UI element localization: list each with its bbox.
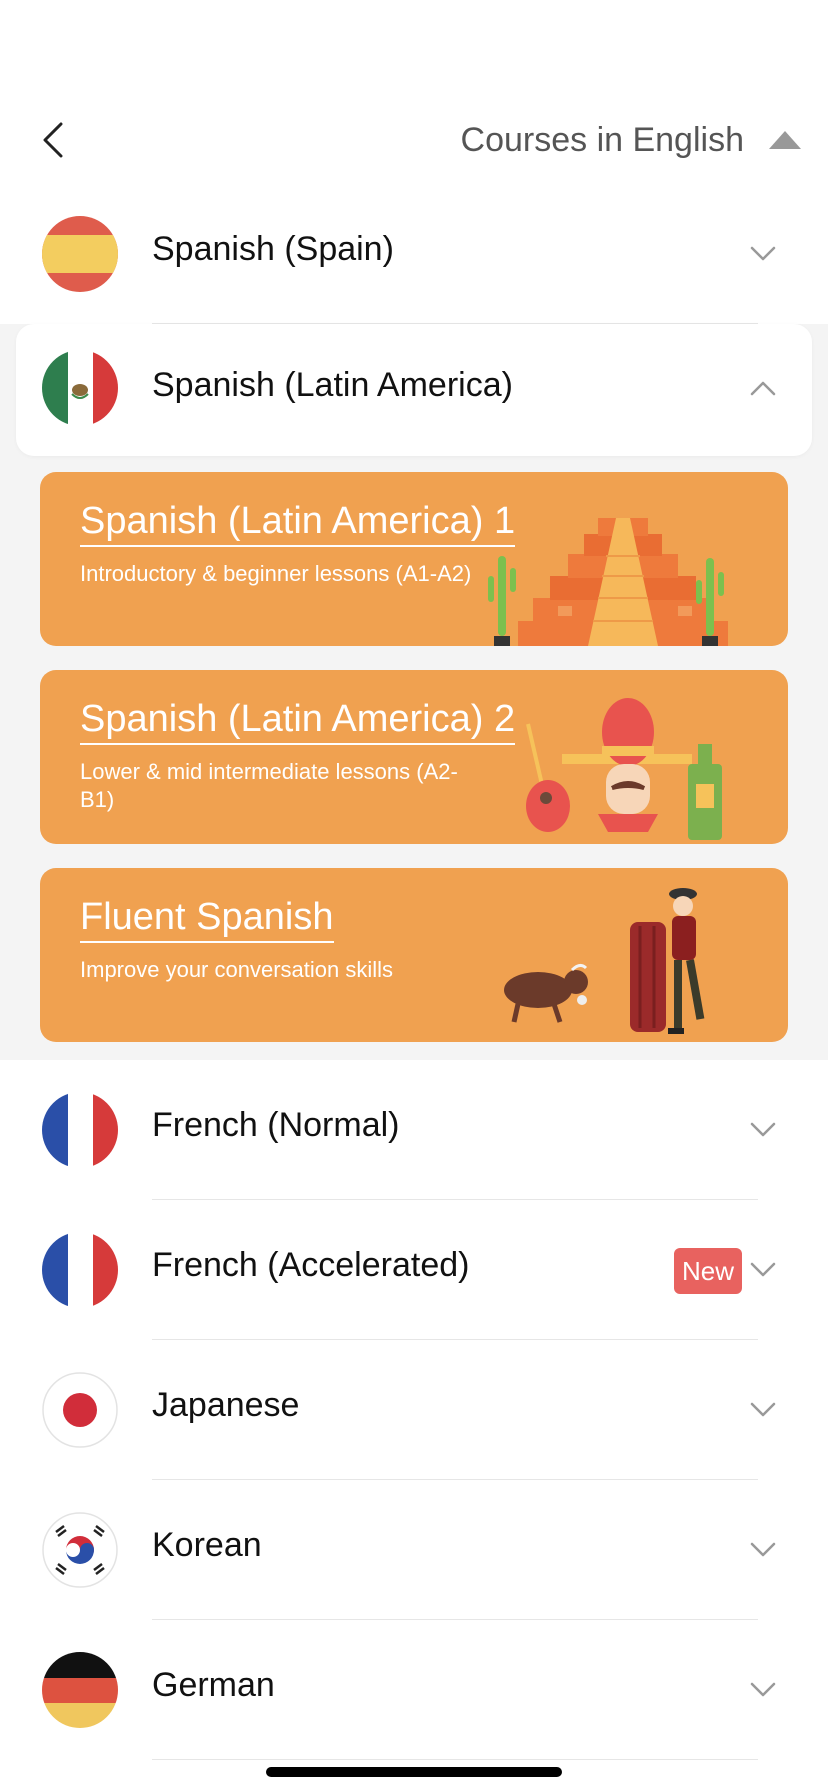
language-name: Spanish (Latin America) [152,366,513,404]
language-row-japanese[interactable]: Japanese [0,1340,828,1480]
course-card-spanish-latam-1[interactable]: Spanish (Latin America) 1 Introductory &… [40,472,788,646]
header-title: Courses in English [460,120,744,159]
language-row-french-accelerated[interactable]: French (Accelerated) New [0,1200,828,1340]
language-row-german[interactable]: German [0,1620,828,1760]
language-row-french-normal[interactable]: French (Normal) [0,1060,828,1200]
caret-up-icon [769,131,801,149]
language-row-korean[interactable]: Korean [0,1480,828,1620]
language-name: French (Accelerated) [152,1246,470,1284]
spain-flag-icon [42,216,118,292]
language-name: Korean [152,1526,262,1564]
france-flag-icon [42,1092,118,1168]
language-name: German [152,1666,275,1704]
new-badge: New [673,1248,742,1294]
language-name: Spanish (Spain) [152,230,394,268]
language-row-spanish-latin-america[interactable]: Spanish (Latin America) [16,324,812,456]
course-title: Fluent Spanish [80,896,334,943]
chevron-up-icon [750,381,776,396]
course-card-spanish-latam-2[interactable]: Spanish (Latin America) 2 Lower & mid in… [40,670,788,844]
course-card-fluent-spanish[interactable]: Fluent Spanish Improve your conversation… [40,868,788,1042]
language-row-spanish-spain[interactable]: Spanish (Spain) [0,184,828,324]
sombrero-guitar-illustration [526,698,722,840]
japan-flag-icon [42,1372,118,1448]
back-button[interactable] [30,110,78,170]
chevron-down-icon [750,1122,776,1137]
korea-flag-icon [42,1512,118,1588]
chevron-down-icon [750,1402,776,1417]
language-name: Japanese [152,1386,300,1424]
course-title: Spanish (Latin America) 1 [80,500,516,547]
course-language-selector[interactable]: Courses in English [461,112,802,168]
chevron-down-icon [750,1542,776,1557]
chevron-down-icon [750,1682,776,1697]
course-subtitle: Lower & mid intermediate lessons (A2-B1) [80,759,458,812]
header-bar: Courses in English [0,0,828,185]
germany-flag-icon [42,1652,118,1728]
chevron-down-icon [750,1262,776,1277]
course-subtitle: Introductory & beginner lessons (A1-A2) [80,561,472,586]
course-title: Spanish (Latin America) 2 [80,698,516,745]
course-subtitle: Improve your conversation skills [80,957,394,982]
chevron-down-icon [750,246,776,261]
row-divider [152,1759,758,1760]
bullfighter-illustration [504,888,705,1034]
mexico-flag-icon [42,350,118,426]
language-name: French (Normal) [152,1106,400,1144]
france-flag-icon [42,1232,118,1308]
pyramid-cactus-illustration [488,518,728,646]
home-indicator[interactable] [266,1767,562,1777]
chevron-left-icon [43,122,63,158]
